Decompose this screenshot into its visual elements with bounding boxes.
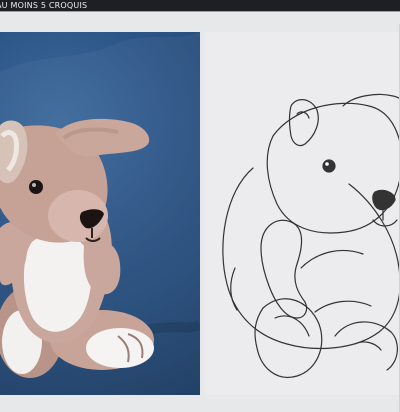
line-drawing [205,32,400,395]
app-header: AU MOINS 5 CROQUIS [0,0,400,12]
reference-photo [0,32,200,395]
main-canvas [0,12,400,412]
plush-bear-photo-icon [0,32,200,395]
plush-bear-line-drawing-icon [222,93,400,378]
